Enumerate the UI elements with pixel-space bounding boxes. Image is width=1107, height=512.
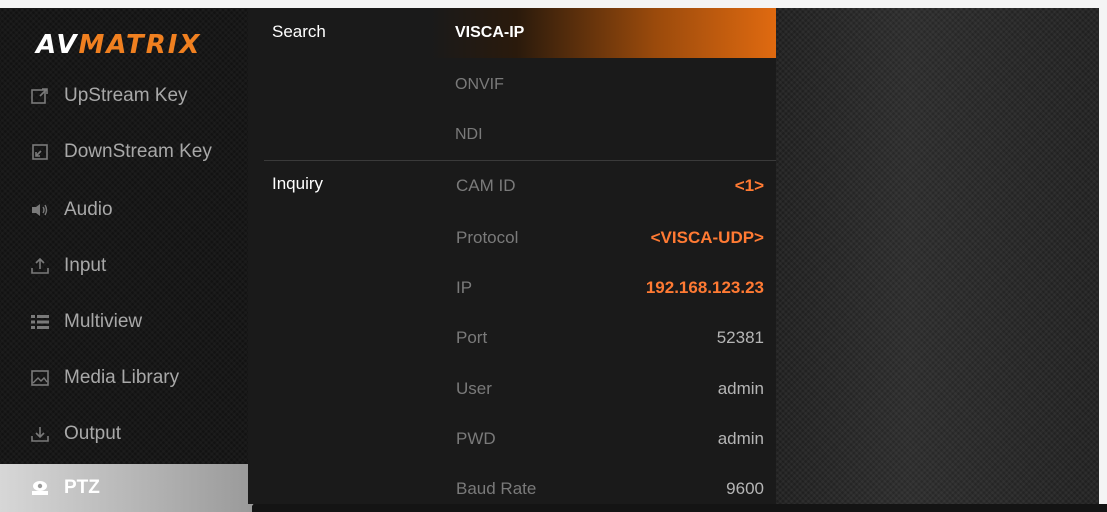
section-divider [264,160,776,161]
sidebar-item-label: DownStream Key [64,141,212,162]
top-border [0,0,1107,8]
sidebar-item-audio[interactable]: Audio [0,186,248,234]
speaker-icon [28,200,52,220]
cam-id-value[interactable]: <1> [735,176,764,196]
sidebar-item-downstream-key[interactable]: DownStream Key [0,128,248,176]
sidebar-item-label: Multiview [64,311,143,332]
multiview-icon [28,312,52,332]
search-option-visca-ip[interactable]: VISCA-IP [455,24,524,42]
camera-icon [28,478,52,498]
sidebar-item-label: Audio [64,199,113,220]
port-label: Port [456,328,488,347]
sidebar-item-input[interactable]: Input [0,242,248,290]
user-value[interactable]: admin [718,379,764,399]
sidebar-item-multiview[interactable]: Multiview [0,298,248,346]
sidebar-item-media-library[interactable]: Media Library [0,354,248,402]
protocol-label: Protocol [456,228,519,247]
user-label: User [456,379,492,398]
output-icon [28,424,52,444]
inquiry-section-label: Inquiry [272,174,324,193]
search-section-label: Search [272,22,326,41]
sidebar-item-output[interactable]: Output [0,410,248,458]
pwd-label: PWD [456,429,496,448]
downstream-key-icon [28,142,52,162]
image-icon [28,368,52,388]
upstream-key-icon [28,86,52,106]
ip-label: IP [456,278,473,297]
input-icon [28,256,52,276]
sidebar: AVMATRIX UpStream Key DownStream Key Aud… [0,8,266,512]
sidebar-item-ptz[interactable]: PTZ [0,464,266,512]
ip-value[interactable]: 192.168.123.23 [646,278,764,298]
right-border [1099,0,1107,504]
background-texture [776,0,1107,504]
sidebar-item-label: Input [64,255,107,276]
protocol-value[interactable]: <VISCA-UDP> [651,228,764,248]
baud-rate-value[interactable]: 9600 [726,479,764,499]
cam-id-label: CAM ID [456,176,516,195]
sidebar-item-label: Media Library [64,367,180,388]
ptz-settings-panel: Search VISCA-IP ONVIF NDI Inquiry CAM ID… [248,8,776,504]
sidebar-item-label: PTZ [64,477,100,498]
sidebar-item-upstream-key[interactable]: UpStream Key [0,72,248,120]
avmatrix-logo: AVMATRIX [36,30,202,60]
search-option-onvif[interactable]: ONVIF [455,76,504,94]
sidebar-item-label: Output [64,423,122,444]
pwd-value[interactable]: admin [718,429,764,449]
search-option-ndi[interactable]: NDI [455,126,483,144]
port-value[interactable]: 52381 [717,328,764,348]
baud-rate-label: Baud Rate [456,479,537,498]
sidebar-item-label: UpStream Key [64,85,188,106]
